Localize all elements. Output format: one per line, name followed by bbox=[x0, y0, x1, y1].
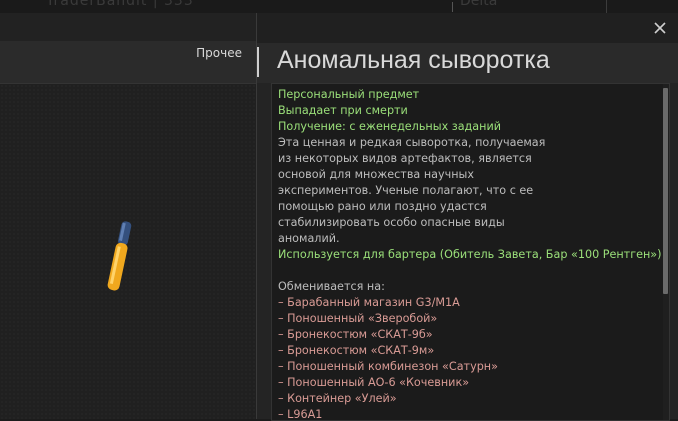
description-line: помощью рано или поздно удастся bbox=[278, 200, 487, 213]
description-scrollbar[interactable] bbox=[663, 84, 669, 420]
description-line: аномалий. bbox=[278, 232, 340, 245]
sub-bar bbox=[0, 13, 256, 41]
topbar-divider-2 bbox=[606, 0, 607, 13]
description-content: Персональный предмет Выпадает при смерти… bbox=[272, 84, 669, 420]
title-separator bbox=[257, 47, 259, 77]
exchange-item: – Бронекостюм «СКАТ-9б» bbox=[278, 328, 433, 341]
category-tabs: Прочее bbox=[0, 41, 256, 84]
exchange-header: Обменивается на: bbox=[278, 280, 385, 293]
topbar-right-faded: Delta bbox=[460, 0, 498, 9]
topbar-divider bbox=[452, 2, 453, 12]
close-button[interactable] bbox=[651, 19, 669, 37]
modal-title-area: Аномальная сыворотка bbox=[257, 43, 678, 83]
exchange-item: – Поношенный комбинезон «Сатурн» bbox=[278, 360, 498, 373]
barter-usage: Используется для бартера (Обитель Завета… bbox=[278, 248, 662, 261]
tab-other[interactable]: Прочее bbox=[196, 46, 242, 60]
exchange-item: – Контейнер «Улей» bbox=[278, 392, 397, 405]
description-line: экспериментов. Ученые полагают, что с ее bbox=[278, 184, 534, 197]
property-personal: Персональный предмет bbox=[278, 88, 420, 101]
item-title: Аномальная сыворотка bbox=[277, 46, 550, 74]
description-line: основой для множества научных bbox=[278, 168, 474, 181]
item-info-modal: Аномальная сыворотка Персональный предме… bbox=[256, 13, 678, 421]
scrollbar-thumb[interactable] bbox=[663, 88, 668, 294]
exchange-item: – Поношенный «Зверобой» bbox=[278, 312, 438, 325]
serum-vial-icon bbox=[107, 221, 132, 291]
top-bar: TraderBandit | 333 Delta bbox=[0, 0, 678, 13]
modal-header-bar bbox=[257, 13, 678, 43]
description-line: стабилизировать особо опасные виды bbox=[278, 216, 505, 229]
topbar-title-faded: TraderBandit | 333 bbox=[46, 0, 194, 9]
description-line: из некоторых видов артефактов, является bbox=[278, 152, 532, 165]
exchange-item: – Поношенный АО-6 «Кочевник» bbox=[278, 376, 470, 389]
property-obtain-source: Получение: с еженедельных заданий bbox=[278, 120, 502, 133]
exchange-item: – Барабанный магазин G3/M1A bbox=[278, 296, 460, 309]
exchange-item: – Бронекостюм «СКАТ-9м» bbox=[278, 344, 435, 357]
description-line: Эта ценная и редкая сыворотка, получаема… bbox=[278, 136, 546, 149]
close-icon bbox=[654, 22, 666, 34]
item-description-panel: Персональный предмет Выпадает при смерти… bbox=[271, 83, 670, 421]
property-drops-on-death: Выпадает при смерти bbox=[278, 104, 408, 117]
